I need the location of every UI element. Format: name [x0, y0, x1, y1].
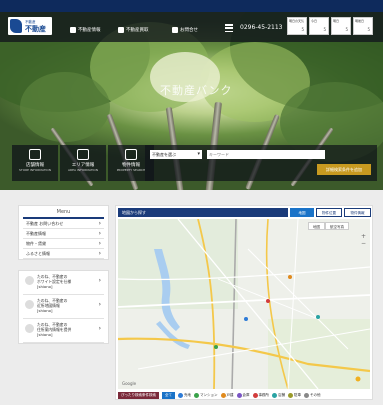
- legend-dot-icon: [304, 392, 309, 398]
- weather-label: 今日: [311, 19, 318, 23]
- sidebar-item[interactable]: 不動産情報: [23, 229, 104, 239]
- legend-dot-icon: [236, 392, 242, 398]
- key-icon: [172, 27, 178, 33]
- logo-mark-icon: [10, 19, 22, 33]
- sidebar-menu: Menu 不動産 お問い合わせ 不動産情報 物件・賃貸 ふるさと情報: [18, 205, 109, 260]
- weather-label: 明後日: [355, 19, 365, 23]
- hero-title: 不動産バンク: [160, 84, 233, 97]
- legend-item[interactable]: 駐車: [288, 392, 301, 398]
- map-legend: ぴったり検索条件検索 全て 売地 マンション 戸建 倉庫 事務所 店舗 駐車 そ…: [118, 391, 321, 399]
- legend-item[interactable]: その他: [304, 392, 321, 398]
- legend-label: 駐車: [294, 392, 301, 397]
- category-select[interactable]: 不動産を選ぶ: [150, 150, 202, 159]
- weather-value: 5: [345, 27, 348, 32]
- property-thumb-icon: [25, 300, 34, 309]
- google-logo: Google: [122, 381, 137, 386]
- legend-dot-icon: [252, 392, 258, 398]
- nav-item-buyback[interactable]: 不動産買取: [118, 27, 149, 33]
- site-logo[interactable]: 不動産 不動産: [8, 17, 52, 35]
- property-line: [shiono]: [37, 308, 53, 313]
- logo-text: 不動産: [25, 24, 46, 33]
- search-panel: 不動産を選ぶ 詳細検索条件を追加: [145, 145, 377, 181]
- tab-property-location[interactable]: 物件位置: [316, 208, 342, 217]
- weather-box: 明後日 5: [353, 17, 373, 35]
- legend-label: マンション: [200, 392, 218, 397]
- legend-dot-icon: [194, 392, 199, 398]
- sidebar-title: Menu: [23, 206, 104, 219]
- legend-label: 売地: [184, 392, 191, 397]
- weather-label: 明日: [333, 19, 340, 23]
- map-type-map[interactable]: 地図: [308, 222, 325, 230]
- zoom-control: + −: [360, 233, 367, 247]
- weather-label: 明日の天気: [289, 19, 305, 23]
- property-line: [shiono]: [37, 332, 53, 337]
- weather-value: 5: [301, 27, 304, 32]
- store-icon: [29, 149, 41, 160]
- search-house-icon: [125, 149, 137, 160]
- detail-search-button[interactable]: 詳細検索条件を追加: [317, 164, 371, 175]
- legend-item[interactable]: 店舗: [272, 392, 285, 398]
- list-item[interactable]: たのね、不動産の 住所案内情報を提供 [shiono]: [23, 319, 104, 343]
- quick-link-sub: STORE INFORMATION: [18, 168, 52, 172]
- map-view[interactable]: 地図 航空写真 + − Google: [118, 219, 370, 389]
- menu-icon[interactable]: [225, 24, 233, 32]
- legend-item[interactable]: 倉庫: [236, 392, 250, 398]
- phone-number[interactable]: 0296-45-2113: [240, 24, 283, 31]
- legend-all-button[interactable]: 全て: [162, 391, 175, 399]
- nav-label: 不動産買取: [126, 28, 149, 33]
- legend-item[interactable]: 事務所: [252, 392, 270, 398]
- legend-label: 戸建: [226, 392, 234, 397]
- property-list: たのね、不動産の ホワイト設定を仕様 [shiono] たのね、不動産の 近所地…: [18, 270, 109, 344]
- map-pin-icon: [77, 149, 89, 160]
- zoom-in-button[interactable]: +: [360, 233, 367, 240]
- weather-box: 明日 5: [331, 17, 351, 35]
- legend-dot-icon: [288, 392, 293, 398]
- nav-label: お問合せ: [180, 28, 198, 33]
- list-item[interactable]: たのね、不動産の ホワイト設定を仕様 [shiono]: [23, 271, 104, 295]
- weather-value: 5: [323, 27, 326, 32]
- map-title: 地図から探す: [118, 208, 288, 217]
- property-line: [shiono]: [37, 284, 53, 289]
- tab-map[interactable]: 地図: [290, 208, 314, 217]
- tab-property-info[interactable]: 物件情報: [344, 208, 371, 217]
- sidebar-item[interactable]: 物件・賃貸: [23, 239, 104, 249]
- property-thumb-icon: [25, 324, 34, 333]
- nav-item-contact[interactable]: お問合せ: [172, 27, 198, 33]
- map-canvas: [118, 219, 370, 389]
- top-strip: [0, 0, 383, 12]
- legend-dot-icon: [220, 392, 226, 398]
- sidebar-item[interactable]: 不動産 お問い合わせ: [23, 219, 104, 229]
- weather-box: 今日 5: [309, 17, 329, 35]
- legend-dot-icon: [272, 392, 277, 398]
- nav-label: 不動産情報: [78, 28, 101, 33]
- legend-label: 店舗: [278, 392, 285, 397]
- quick-link-area[interactable]: エリア情報 AREA INFORMATION: [60, 145, 106, 181]
- sidebar-item[interactable]: ふるさと情報: [23, 249, 104, 259]
- legend-label: その他: [310, 392, 321, 397]
- legend-label: 倉庫: [242, 392, 250, 397]
- legend-item[interactable]: マンション: [194, 392, 218, 398]
- map-panel: 地図から探す 地図 物件位置 物件情報 地図 航空写真 + − Google ぴ…: [115, 205, 373, 400]
- property-thumb-icon: [25, 276, 34, 285]
- legend-label: 事務所: [258, 392, 270, 397]
- list-item[interactable]: たのね、不動産の 近所地図情報 [shiono]: [23, 295, 104, 319]
- legend-item[interactable]: 戸建: [220, 392, 234, 398]
- legend-item[interactable]: 売地: [178, 392, 191, 398]
- home-icon: [70, 27, 76, 33]
- weather-value: 5: [367, 27, 370, 32]
- quick-link-store[interactable]: 店舗情報 STORE INFORMATION: [12, 145, 58, 181]
- legend-dot-icon: [178, 392, 183, 398]
- zoom-out-button[interactable]: −: [360, 240, 367, 247]
- weather-box: 明日の天気 5: [287, 17, 307, 35]
- nav-item-property-info[interactable]: 不動産情報: [70, 27, 101, 33]
- building-icon: [118, 27, 124, 33]
- legend-search-button[interactable]: ぴったり検索条件検索: [118, 391, 159, 399]
- quick-link-sub: AREA INFORMATION: [67, 168, 99, 172]
- map-type-satellite[interactable]: 航空写真: [325, 222, 349, 230]
- map-type-control: 地図 航空写真: [308, 222, 349, 230]
- keyword-input[interactable]: [207, 150, 325, 159]
